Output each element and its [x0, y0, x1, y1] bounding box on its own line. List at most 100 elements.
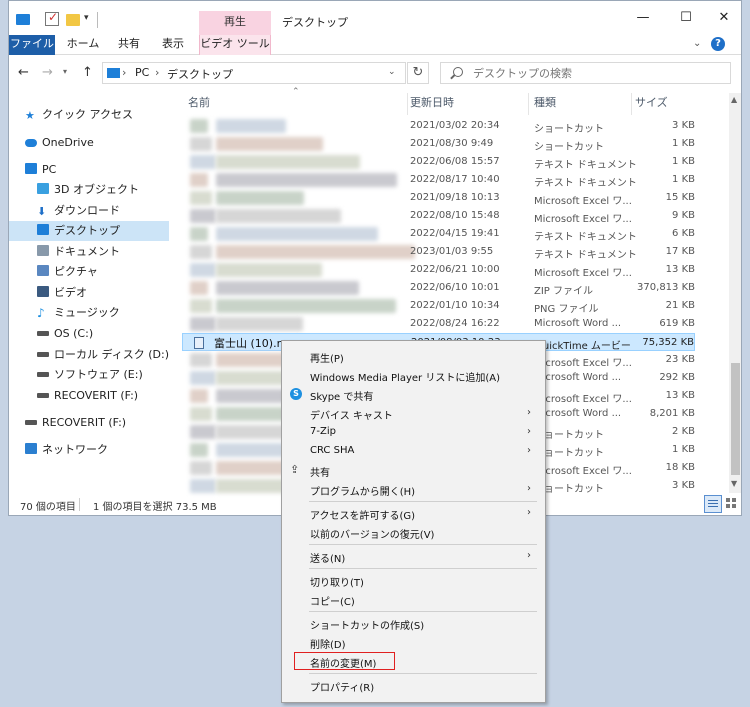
- menu-item-7-zip[interactable]: 7-Zip ›: [282, 423, 545, 442]
- menu-item-12[interactable]: 送る(N) ›: [282, 547, 545, 566]
- blurred-file-icon: [190, 263, 216, 277]
- tab-video-tools[interactable]: ビデオ ツール: [199, 35, 271, 55]
- menu-item-14[interactable]: 切り取り(T): [282, 571, 545, 590]
- file-row[interactable]: 2021/03/02 20:34 ショートカット 3 KB: [182, 117, 695, 135]
- menu-item-6[interactable]: ⇪ 共有: [282, 461, 545, 480]
- nav-item-e[interactable]: ソフトウェア (E:): [37, 365, 143, 385]
- menu-item-15[interactable]: コピー(C): [282, 590, 545, 609]
- blurred-file-icon: [190, 209, 216, 223]
- video-icon: [37, 286, 49, 297]
- nav-item-os-c[interactable]: OS (C:): [37, 324, 93, 344]
- nav-item-recoverit-f[interactable]: RECOVERIT (F:): [25, 413, 126, 433]
- properties-icon[interactable]: [45, 10, 59, 26]
- tab-file[interactable]: ファイル: [9, 35, 55, 55]
- details-view-icon[interactable]: [704, 495, 722, 513]
- close-button[interactable]: ✕: [715, 9, 733, 27]
- title-bar: ▾ 再生 デスクトップ — ☐ ✕: [9, 1, 741, 35]
- menu-item-label: 共有: [310, 468, 330, 479]
- menu-item-10[interactable]: 以前のバージョンの復元(V): [282, 523, 545, 542]
- nav-item-7[interactable]: ピクチャ: [37, 262, 98, 282]
- breadcrumb-desktop[interactable]: デスクトップ: [167, 66, 233, 82]
- tab-home[interactable]: ホーム: [66, 35, 100, 55]
- menu-item-windows-media-player[interactable]: Windows Media Player リストに追加(A): [282, 366, 545, 385]
- search-box[interactable]: [440, 62, 731, 84]
- menu-item-label: 以前のバージョンの復元(V): [310, 530, 435, 541]
- scroll-up-icon[interactable]: ▲: [731, 95, 737, 104]
- nav-item-6[interactable]: ドキュメント: [37, 242, 120, 262]
- nav-item-15[interactable]: ネットワーク: [25, 440, 108, 460]
- nav-item-pc[interactable]: PC: [25, 160, 56, 180]
- nav-item-0[interactable]: ★ クイック アクセス: [25, 105, 133, 125]
- recent-locations-icon[interactable]: ▾: [63, 67, 67, 76]
- file-date: 2023/01/03 9:55: [410, 246, 494, 257]
- refresh-button[interactable]: ↻: [407, 62, 429, 84]
- back-button[interactable]: ←: [18, 65, 29, 80]
- up-button[interactable]: ↑: [82, 65, 93, 80]
- blurred-file-name: [216, 137, 323, 151]
- file-row[interactable]: 2022/08/10 15:48 Microsoft Excel ワ... 9 KB: [182, 207, 695, 225]
- column-divider[interactable]: [528, 93, 529, 115]
- nav-item-8[interactable]: ビデオ: [37, 283, 87, 303]
- pc-icon[interactable]: [16, 14, 30, 25]
- minimize-button[interactable]: —: [634, 9, 652, 27]
- help-icon[interactable]: ?: [711, 37, 725, 51]
- nav-item-9[interactable]: ♪ ミュージック: [37, 303, 120, 323]
- file-row[interactable]: 2021/09/18 10:13 Microsoft Excel ワ... 15 K…: [182, 189, 695, 207]
- nav-item-3d[interactable]: 3D オブジェクト: [37, 180, 139, 200]
- address-bar[interactable]: › PC › デスクトップ ⌄: [102, 62, 406, 84]
- chevron-down-icon[interactable]: ▾: [84, 13, 89, 23]
- file-size: 2 KB: [672, 426, 695, 437]
- file-date: 2021/03/02 20:34: [410, 120, 500, 131]
- forward-button[interactable]: →: [42, 65, 53, 80]
- file-row[interactable]: 2022/08/24 16:22 Microsoft Word ... 619 KB: [182, 315, 695, 333]
- menu-item-18[interactable]: 削除(D): [282, 633, 545, 652]
- new-folder-icon[interactable]: [66, 14, 80, 26]
- breadcrumb-separator-icon[interactable]: ›: [155, 66, 159, 79]
- column-divider[interactable]: [407, 93, 408, 115]
- file-row[interactable]: 2022/06/21 10:00 Microsoft Excel ワ... 13 K…: [182, 261, 695, 279]
- nav-item-d[interactable]: ローカル ディスク (D:): [37, 345, 169, 365]
- contextual-tab-play[interactable]: 再生: [199, 11, 271, 35]
- file-row[interactable]: 2022/06/08 15:57 テキスト ドキュメント 1 KB: [182, 153, 695, 171]
- divider: [79, 498, 80, 511]
- menu-item-7[interactable]: プログラムから開く(H) ›: [282, 480, 545, 499]
- search-input[interactable]: [473, 67, 713, 80]
- expand-ribbon-icon[interactable]: ⌄: [693, 38, 701, 49]
- column-divider[interactable]: [631, 93, 632, 115]
- tab-share[interactable]: 共有: [115, 35, 143, 55]
- nav-item-onedrive[interactable]: OneDrive: [25, 133, 94, 153]
- column-header-name[interactable]: 名前: [188, 93, 408, 115]
- file-date: 2021/08/30 9:49: [410, 138, 494, 149]
- breadcrumb-separator-icon[interactable]: ›: [122, 66, 126, 79]
- nav-item-4[interactable]: ⬇ ダウンロード: [37, 201, 120, 221]
- file-row[interactable]: 2023/01/03 9:55 テキスト ドキュメント 17 KB: [182, 243, 695, 261]
- file-row[interactable]: 2022/04/15 19:41 テキスト ドキュメント 6 KB: [182, 225, 695, 243]
- menu-item-3[interactable]: デバイス キャスト ›: [282, 404, 545, 423]
- nav-item-recoverit-f[interactable]: RECOVERIT (F:): [37, 386, 138, 406]
- file-row[interactable]: 2021/08/30 9:49 ショートカット 1 KB: [182, 135, 695, 153]
- column-header-date[interactable]: 更新日時: [410, 93, 526, 115]
- blurred-file-icon: [190, 155, 216, 169]
- breadcrumb-pc[interactable]: PC: [135, 66, 149, 79]
- tab-view[interactable]: 表示: [159, 35, 187, 55]
- large-icons-view-icon[interactable]: [724, 496, 738, 511]
- vertical-scrollbar[interactable]: ▲ ▼: [729, 93, 741, 493]
- file-row[interactable]: 2022/01/10 10:34 PNG ファイル 21 KB: [182, 297, 695, 315]
- menu-item-crc-sha[interactable]: CRC SHA ›: [282, 442, 545, 461]
- file-type: ショートカット: [534, 142, 604, 153]
- address-history-icon[interactable]: ⌄: [388, 67, 396, 77]
- nav-item-5[interactable]: デスクトップ: [9, 221, 169, 241]
- scroll-down-icon[interactable]: ▼: [731, 479, 737, 488]
- column-header-type[interactable]: 種類: [534, 93, 630, 115]
- scrollbar-thumb[interactable]: [731, 363, 740, 475]
- menu-item-17[interactable]: ショートカットの作成(S): [282, 614, 545, 633]
- menu-item-0[interactable]: 再生(P): [282, 347, 545, 366]
- menu-item-9[interactable]: アクセスを許可する(G) ›: [282, 504, 545, 523]
- menu-item-21[interactable]: プロパティ(R): [282, 676, 545, 695]
- file-row[interactable]: 2022/08/17 10:40 テキスト ドキュメント 1 KB: [182, 171, 695, 189]
- file-row[interactable]: 2022/06/10 10:01 ZIP ファイル 370,813 KB: [182, 279, 695, 297]
- menu-item-skype[interactable]: S Skype で共有: [282, 385, 545, 404]
- cube-icon: [37, 183, 49, 194]
- maximize-button[interactable]: ☐: [677, 9, 695, 27]
- column-header-size[interactable]: サイズ: [635, 93, 695, 115]
